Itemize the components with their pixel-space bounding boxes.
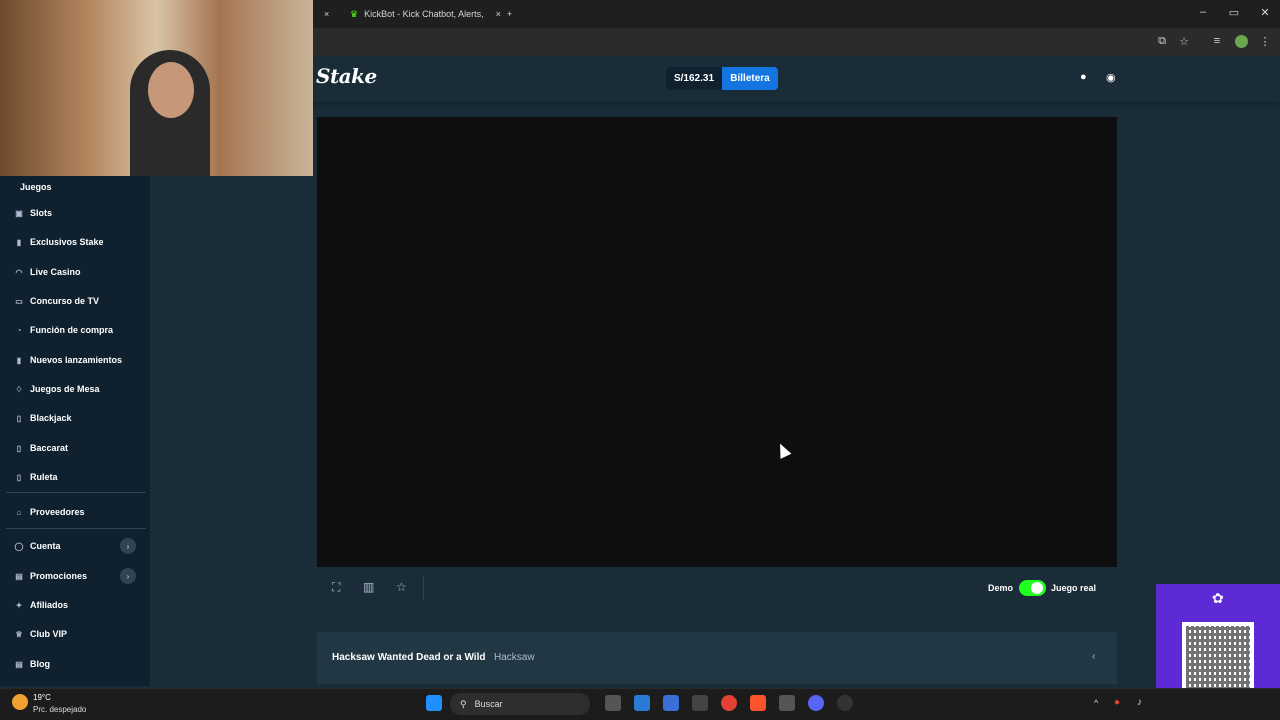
- sidebar-item-afiliados[interactable]: ✦ Afiliados: [14, 594, 144, 616]
- mascot-icon: ✿: [1212, 590, 1224, 606]
- tray-chevron-up-icon[interactable]: ^: [1094, 698, 1098, 708]
- new-icon: ▮: [16, 355, 22, 365]
- qr-pattern: [1186, 626, 1250, 690]
- kickbot-favicon-icon: ♛: [350, 8, 359, 19]
- search-icon: ⚲: [460, 698, 467, 709]
- stake-logo[interactable]: Stake: [316, 64, 377, 88]
- sidebar-item-proveedores[interactable]: ⌂ Proveedores: [14, 501, 144, 523]
- webcam-overlay: [0, 0, 313, 176]
- profile-avatar[interactable]: [1235, 35, 1248, 48]
- media-control-icon[interactable]: ≡: [1209, 35, 1225, 47]
- sidebar-section-juegos[interactable]: Juegos: [20, 176, 150, 198]
- chrome-icon[interactable]: [721, 695, 737, 711]
- taskbar-search[interactable]: ⚲ Buscar: [450, 693, 590, 715]
- chevron-right-icon[interactable]: ›: [120, 538, 136, 554]
- sidebar-item-blackjack[interactable]: ▯ Blackjack: [14, 407, 144, 429]
- bookmark-icon: ▮: [16, 237, 22, 247]
- flame-icon: ♢: [15, 384, 23, 394]
- cards-icon: ▯: [16, 443, 22, 453]
- site-header: [313, 56, 1280, 102]
- sidebar-item-juegos-mesa[interactable]: ♢ Juegos de Mesa: [14, 378, 144, 400]
- chevron-right-icon[interactable]: ›: [120, 568, 136, 584]
- headset-icon: ◠: [15, 267, 23, 277]
- tab-title: KickBot - Kick Chatbot, Alerts,: [364, 9, 484, 19]
- brave-icon[interactable]: [750, 695, 766, 711]
- toggle-knob[interactable]: [1031, 582, 1043, 594]
- edge-icon[interactable]: [634, 695, 650, 711]
- sidebar-divider: [6, 492, 146, 493]
- sidebar-item-cuenta[interactable]: ◯ Cuenta ›: [14, 535, 144, 557]
- obs-icon[interactable]: [837, 695, 853, 711]
- chat-icon[interactable]: ◉: [1106, 71, 1116, 84]
- game-title: Hacksaw Wanted Dead or a Wild: [332, 652, 486, 663]
- sidebar-item-ruleta[interactable]: ▯ Ruleta: [14, 466, 144, 488]
- sidebar-item-blog[interactable]: ▤ Blog: [14, 653, 144, 675]
- close-icon[interactable]: ×: [496, 9, 501, 19]
- weather-temperature[interactable]: 19°C: [33, 693, 51, 702]
- microphone-icon[interactable]: ♪: [1137, 697, 1142, 708]
- windows-start-icon[interactable]: [426, 695, 442, 711]
- close-tab-button[interactable]: ×: [324, 4, 329, 24]
- chevron-left-icon[interactable]: ‹: [1092, 651, 1095, 662]
- user-icon[interactable]: ●: [1080, 71, 1087, 83]
- balance-display[interactable]: S/162.31: [666, 67, 722, 90]
- streamer-face: [148, 62, 194, 118]
- sidebar-item-club-vip[interactable]: ♕ Club VIP: [14, 623, 144, 645]
- sidebar-divider: [6, 528, 146, 529]
- weather-description[interactable]: Prc. despejado: [33, 705, 86, 714]
- real-play-label: Juego real: [1051, 583, 1097, 593]
- sidebar-item-exclusivos[interactable]: ▮ Exclusivos Stake: [14, 231, 144, 253]
- blog-icon: ▤: [15, 659, 23, 669]
- restore-icon[interactable]: ▭: [1226, 6, 1242, 19]
- calculator-icon[interactable]: [779, 695, 795, 711]
- browser-menu-icon[interactable]: ⋮: [1257, 35, 1273, 48]
- fullscreen-icon[interactable]: ⛶: [332, 580, 340, 595]
- cards-icon: ▯: [16, 413, 22, 423]
- gift-icon: ▤: [15, 571, 23, 581]
- toolbar-divider: [423, 577, 424, 599]
- cart-icon: ◔: [16, 325, 22, 335]
- install-app-icon[interactable]: ⧉: [1154, 35, 1170, 48]
- notepad-icon[interactable]: [663, 695, 679, 711]
- store-icon[interactable]: [692, 695, 708, 711]
- user-icon: ◯: [14, 541, 24, 551]
- browser-tab[interactable]: ♛ KickBot - Kick Chatbot, Alerts, ×: [350, 4, 501, 24]
- game-frame[interactable]: [317, 117, 1117, 567]
- demo-label: Demo: [988, 583, 1014, 593]
- tray-app-icon[interactable]: ●: [1114, 697, 1120, 708]
- sidebar-item-promociones[interactable]: ▤ Promociones ›: [14, 565, 144, 587]
- sidebar: Juegos ▣ Slots ▮ Exclusivos Stake ◠ Live Ca…: [0, 176, 150, 686]
- sidebar-item-funcion-compra[interactable]: ◔ Función de compra: [14, 319, 144, 341]
- sidebar-item-concurso-tv[interactable]: ▭ Concurso de TV: [14, 290, 144, 312]
- affiliate-icon: ✦: [15, 600, 23, 610]
- tv-icon: ▭: [15, 296, 23, 306]
- favorite-star-icon[interactable]: ☆: [396, 580, 407, 594]
- bookmark-star-icon[interactable]: ☆: [1176, 35, 1192, 48]
- sidebar-item-live-casino[interactable]: ◠ Live Casino: [14, 261, 144, 283]
- sidebar-item-slots[interactable]: ▣ Slots: [14, 202, 144, 224]
- task-view-icon[interactable]: [605, 695, 621, 711]
- new-tab-button[interactable]: +: [507, 4, 512, 24]
- slots-icon: ▣: [15, 208, 23, 218]
- discord-icon[interactable]: [808, 695, 824, 711]
- game-provider-link[interactable]: Hacksaw: [494, 652, 535, 663]
- sidebar-item-baccarat[interactable]: ▯ Baccarat: [14, 437, 144, 459]
- weather-icon[interactable]: [12, 694, 28, 710]
- wallet-button[interactable]: Billetera: [722, 67, 778, 90]
- qr-code: [1182, 622, 1254, 694]
- close-window-icon[interactable]: ✕: [1257, 6, 1273, 19]
- trophy-icon: ♕: [15, 629, 23, 639]
- sidebar-item-nuevos[interactable]: ▮ Nuevos lanzamientos: [14, 349, 144, 371]
- theatre-mode-icon[interactable]: ▥: [363, 580, 374, 594]
- providers-icon: ⌂: [16, 507, 22, 517]
- minimize-icon[interactable]: –: [1195, 6, 1211, 18]
- roulette-icon: ▯: [16, 472, 22, 482]
